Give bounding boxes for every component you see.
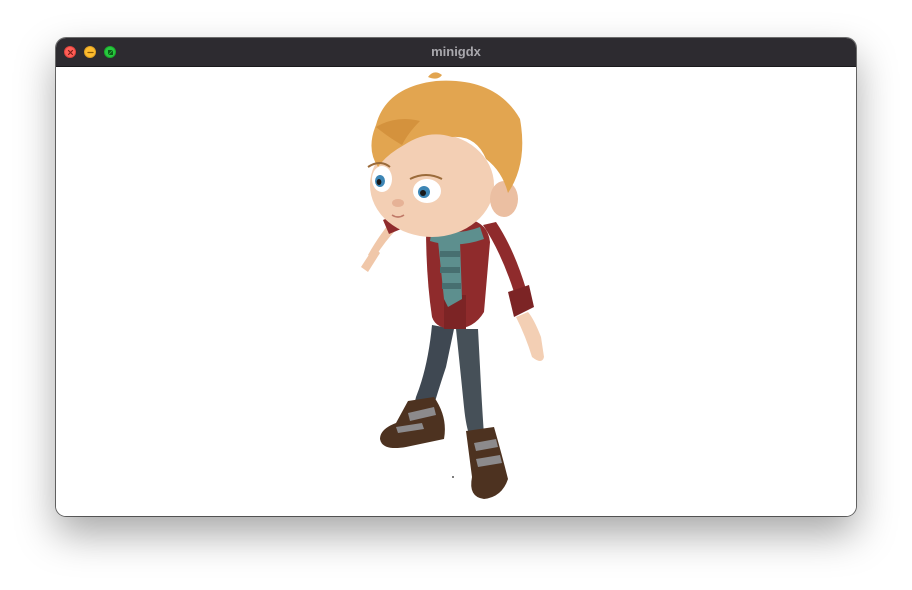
right-arm bbox=[483, 222, 544, 361]
game-viewport[interactable] bbox=[56, 67, 856, 516]
character-model bbox=[361, 72, 544, 499]
head bbox=[367, 72, 523, 237]
boots bbox=[380, 397, 508, 499]
window-title: minigdx bbox=[431, 44, 481, 59]
ground-speck bbox=[452, 476, 454, 478]
app-window: minigdx bbox=[56, 38, 856, 516]
title-bar[interactable]: minigdx bbox=[56, 38, 856, 67]
